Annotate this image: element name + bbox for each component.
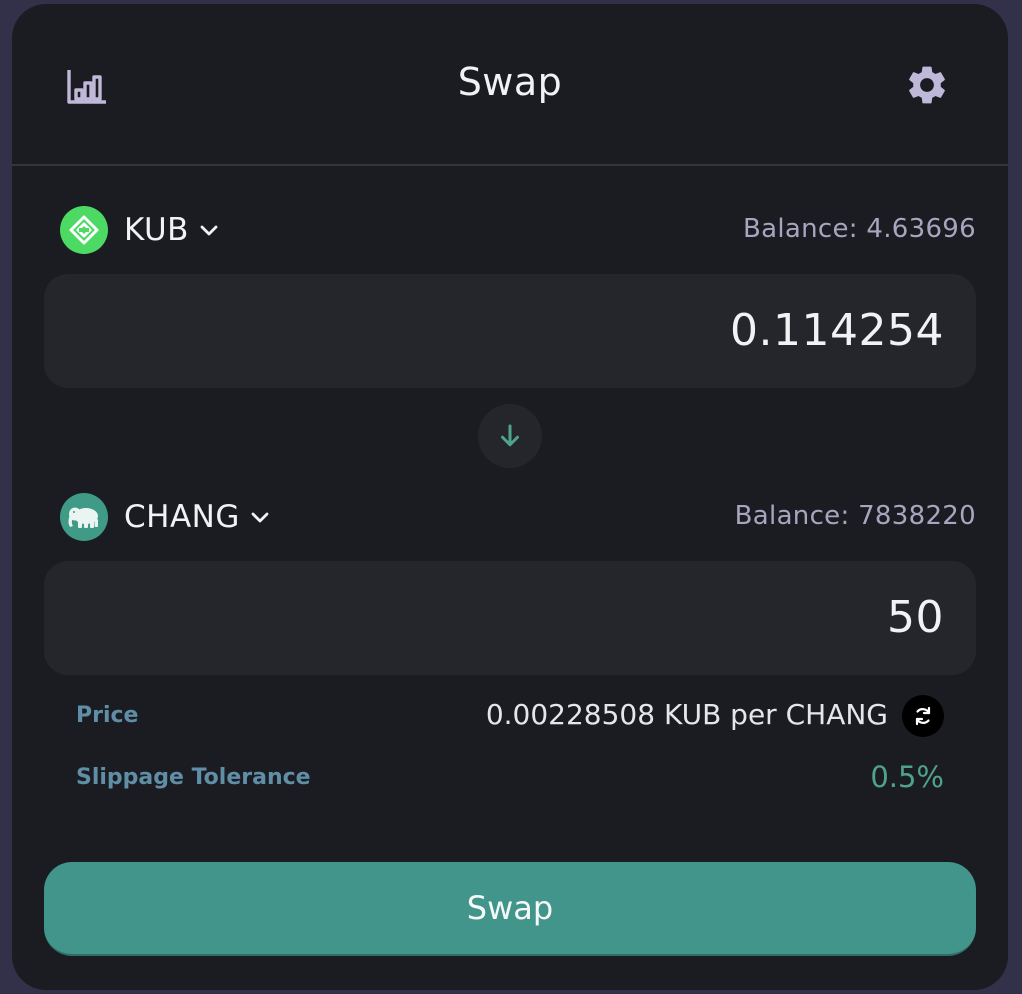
from-amount-input[interactable]: 0.114254 [730, 274, 944, 388]
swap-button[interactable]: Swap [44, 862, 976, 956]
to-token-row: CHANG Balance: 7838220 [60, 491, 976, 543]
from-token-row: KUB Balance: 4.63696 [60, 204, 976, 256]
chevron-down-icon [251, 512, 269, 523]
from-token-selector[interactable]: KUB [60, 204, 221, 256]
swap-card: Swap KUB Balance: 4.63696 0.114254 CHANG… [12, 4, 1008, 990]
to-amount-field[interactable]: 50 [44, 561, 976, 675]
from-amount-field[interactable]: 0.114254 [44, 274, 976, 388]
to-token-selector[interactable]: CHANG [60, 491, 272, 543]
refresh-icon [915, 706, 931, 726]
arrow-down-icon [501, 424, 519, 447]
page-title: Swap [457, 60, 563, 104]
elephant-logo-icon [60, 493, 108, 541]
settings-button[interactable] [904, 62, 950, 108]
slippage-label: Slippage Tolerance [76, 765, 311, 790]
invert-price-button[interactable] [902, 695, 944, 737]
switch-direction-button[interactable] [478, 404, 542, 468]
to-amount-input[interactable]: 50 [887, 561, 944, 675]
to-token-name: CHANG [124, 499, 240, 535]
from-token-name: KUB [124, 212, 189, 248]
slippage-value[interactable]: 0.5% [870, 760, 944, 794]
gear-icon [909, 66, 945, 104]
price-label: Price [76, 703, 139, 728]
price-value: 0.00228508 KUB per CHANG [485, 698, 888, 731]
from-balance: Balance: 4.63696 [742, 214, 976, 244]
header: Swap [12, 4, 1008, 166]
to-balance: Balance: 7838220 [734, 501, 976, 531]
kub-logo-icon [60, 206, 108, 254]
chevron-down-icon [200, 225, 218, 236]
